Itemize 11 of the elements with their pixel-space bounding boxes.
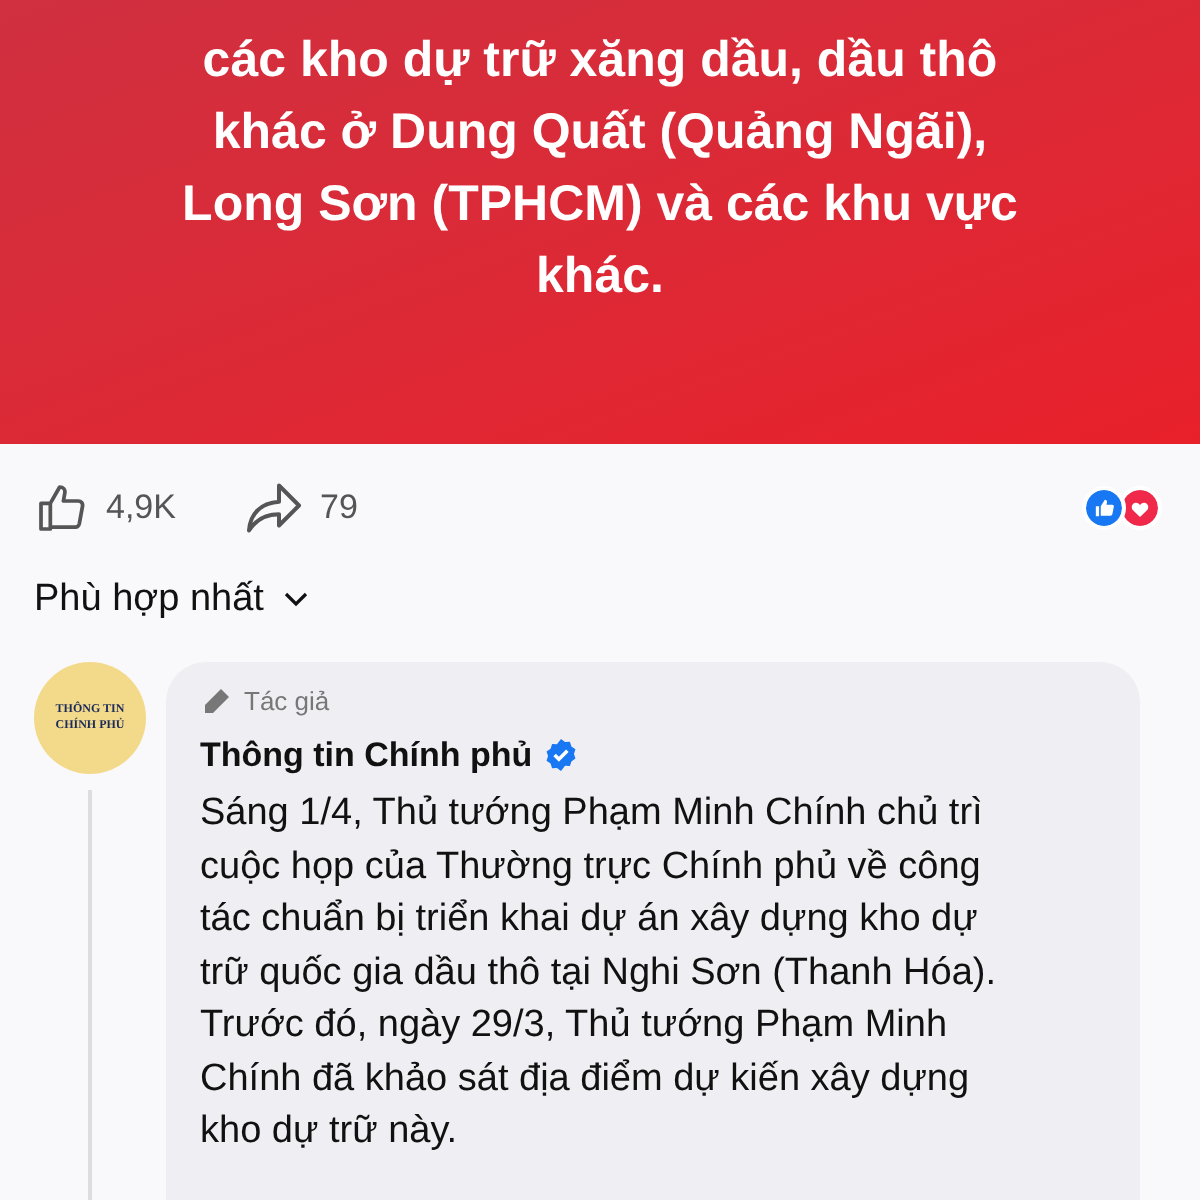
comment-text: Sáng 1/4, Thủ tướng Phạm Minh Chính chủ trì cuộc họp của Thường trực Chính phủ về công tác chuẩn bị triển khai dự án xây dựng kho dự trữ quốc gia dầu thô tại Nghi Sơn (Thanh Hóa). Trước đó, ngày 29/3, Thủ tướng Phạm Minh Chính đã khảo sát địa điểm dự kiến xây dựng kho dự trữ này. — [200, 790, 999, 1156]
share-icon[interactable] — [243, 480, 304, 536]
sort-dropdown[interactable]: Phù hợp nhất — [0, 572, 342, 628]
banner-text: các kho dự trữ xăng dầu, dầu thô khác ở Dung Quất (Quảng Ngãi), Long Sơn (TPHCM) và các khu vực khác. — [182, 30, 1018, 308]
chevron-down-icon — [283, 592, 308, 608]
comment-author[interactable]: Thông tin Chính phủ — [200, 729, 533, 780]
pencil-icon — [200, 685, 232, 718]
like-icon[interactable] — [34, 480, 90, 536]
share-count: 79 — [319, 486, 358, 531]
author-label: Tác giả — [244, 684, 330, 720]
like-count: 4,9K — [106, 486, 176, 531]
